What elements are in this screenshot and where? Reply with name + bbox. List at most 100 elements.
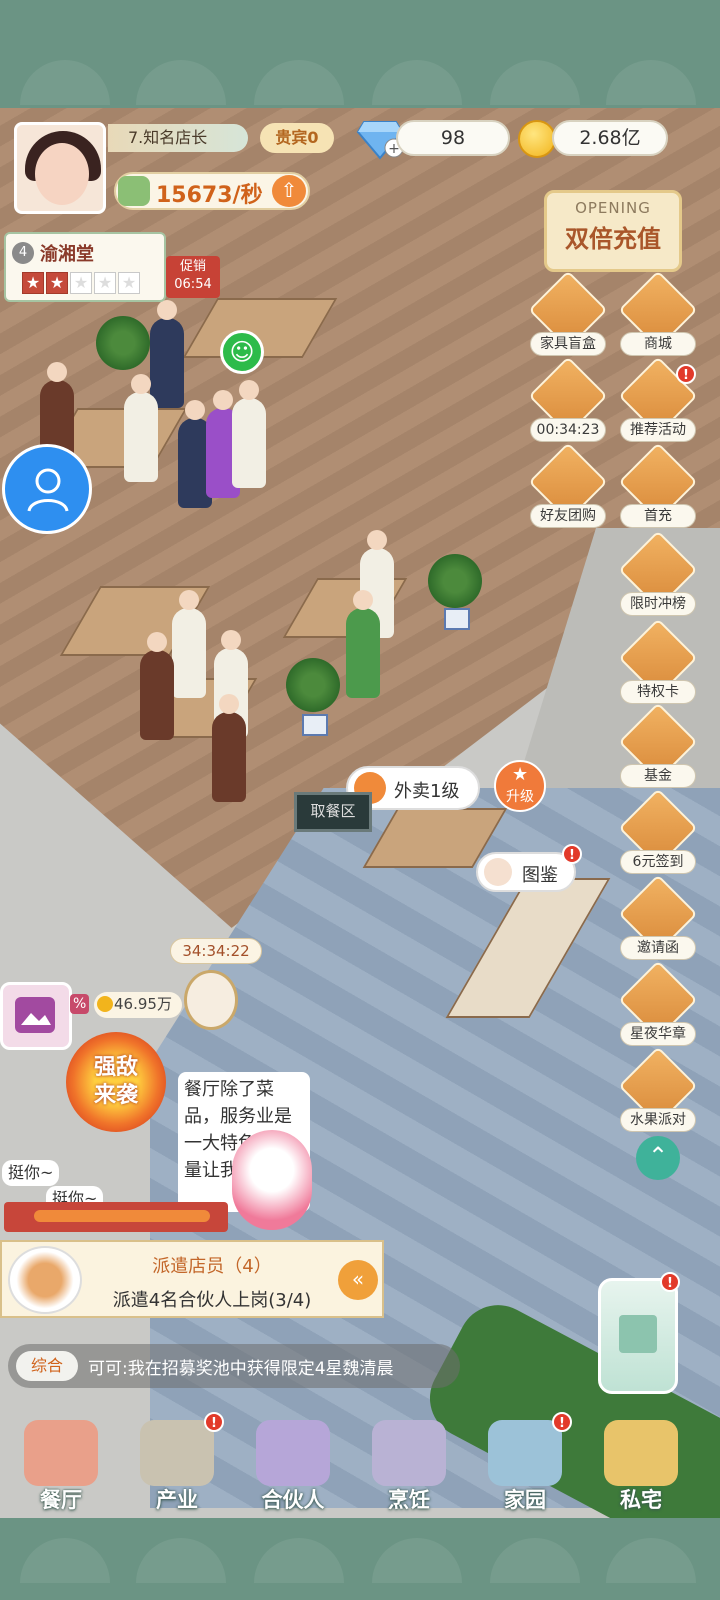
side-menu-item[interactable]: 00:34:23 <box>528 356 608 446</box>
dish-icon <box>8 1246 82 1314</box>
side-menu-label: 基金 <box>620 764 696 788</box>
happy-face-icon[interactable]: ☺ <box>220 330 264 374</box>
nav-item[interactable]: 合伙人 <box>238 1414 348 1518</box>
shop-icon <box>640 292 676 328</box>
takeout-label: 外卖1级 <box>394 781 460 802</box>
enemy-health-bar <box>4 1202 228 1232</box>
nav-item[interactable]: 餐厅 <box>6 1414 116 1518</box>
nav-label: 合伙人 <box>261 1488 325 1512</box>
pickup-sign: 取餐区 <box>294 792 372 832</box>
chat-ticker[interactable]: 综合 可可:我在招募奖池中获得限定4星魏清晨 <box>8 1344 460 1388</box>
bottom-nav: 餐厅 产业! 合伙人 烹饪 家园! 私宅 <box>0 1412 720 1518</box>
side-menu-item[interactable]: 星夜华章 <box>618 960 698 1050</box>
side-menu-item[interactable]: 6元签到 <box>618 788 698 878</box>
waiter[interactable] <box>172 590 206 698</box>
side-menu-label: 家具盲盒 <box>530 332 606 356</box>
phone-gift-button[interactable] <box>598 1278 678 1394</box>
task-description: 派遣4名合伙人上岗(3/4) <box>112 1290 312 1311</box>
side-menu-item[interactable]: 基金 <box>618 702 698 792</box>
cash-register-icon <box>24 1420 98 1486</box>
customer[interactable] <box>150 300 184 408</box>
chat-channel-tag[interactable]: 综合 <box>16 1351 78 1381</box>
side-menu-label: 00:34:23 <box>530 418 606 442</box>
gift-icon <box>619 1315 657 1353</box>
shop-card[interactable]: 4 渝湘堂 ★ ★ ★ ★ ★ <box>4 232 166 302</box>
side-menu-item[interactable]: 水果派对 <box>618 1046 698 1136</box>
alert-badge: ! <box>562 844 582 864</box>
side-menu-item[interactable]: 邀请函 <box>618 874 698 964</box>
gem-count[interactable]: 98 <box>396 120 510 156</box>
lion-dance-mascot[interactable] <box>232 1130 312 1230</box>
nav-label: 家园 <box>504 1488 546 1512</box>
picture-icon <box>15 997 55 1033</box>
alert-badge: ! <box>660 1272 680 1292</box>
map-board-icon <box>140 1420 214 1486</box>
potted-plant <box>96 316 150 370</box>
side-menu-item[interactable]: 特权卡 <box>618 618 698 708</box>
alert-badge: ! <box>552 1412 572 1432</box>
upgrade-label: 升级 <box>506 789 534 805</box>
nav-item[interactable]: 烹饪 <box>354 1414 464 1518</box>
player-avatar[interactable] <box>14 122 106 214</box>
promo-tag[interactable]: 促销 06:54 <box>166 256 220 298</box>
side-menu-label: 商城 <box>620 332 696 356</box>
side-menu-label: 首充 <box>620 504 696 528</box>
star-icon: ★ <box>22 272 44 294</box>
player-level-title[interactable]: 7.知名店长 <box>108 124 248 152</box>
side-menu-item[interactable]: 限时冲榜 <box>618 530 698 620</box>
cash-icon <box>118 176 150 206</box>
income-rate[interactable]: 15673/秒 ⇧ <box>114 172 310 210</box>
person-icon <box>27 468 69 512</box>
side-menu-label: 邀请函 <box>620 936 696 960</box>
hourglass-icon[interactable] <box>184 970 238 1030</box>
nav-item[interactable]: 私宅 <box>586 1414 696 1518</box>
pavilion-icon <box>640 552 676 588</box>
side-menu-item[interactable]: 家具盲盒 <box>528 270 608 360</box>
event-card[interactable] <box>0 982 72 1050</box>
nav-item[interactable]: 产业! <box>122 1412 232 1518</box>
potted-plant <box>428 554 482 608</box>
side-menu-item[interactable]: 推荐活动! <box>618 356 698 446</box>
friends-button[interactable] <box>2 444 92 534</box>
waiter[interactable] <box>232 380 266 488</box>
waiter[interactable] <box>124 374 158 482</box>
double-recharge-banner[interactable]: OPENING 双倍充值 <box>544 190 682 272</box>
customer[interactable] <box>140 632 174 740</box>
nav-item[interactable]: 家园! <box>470 1412 580 1518</box>
alert-badge: ! <box>204 1412 224 1432</box>
income-rate-value: 15673/秒 <box>156 183 263 208</box>
task-banner[interactable]: 派遣店员（4） 派遣4名合伙人上岗(3/4) « <box>0 1240 384 1318</box>
upgrade-arrow-icon[interactable]: ⇧ <box>272 175 306 207</box>
promo-label: 促销 <box>179 259 206 274</box>
nav-label: 私宅 <box>620 1488 662 1512</box>
potted-plant <box>286 658 340 712</box>
vip-badge[interactable]: 贵宾0 <box>260 123 334 153</box>
side-menu-label: 星夜华章 <box>620 1022 696 1046</box>
upgrade-button[interactable]: ★ 升级 <box>494 760 546 812</box>
gold-count[interactable]: 2.68亿 <box>552 120 668 156</box>
chat-message: 可可:我在招募奖池中获得限定4星魏清晨 <box>88 1359 394 1379</box>
shop-level: 4 <box>12 242 34 264</box>
nav-label: 烹饪 <box>388 1488 430 1512</box>
event-coin-reward[interactable]: 46.95万 <box>94 992 182 1018</box>
collection-bubble[interactable]: 图鉴 <box>476 852 576 892</box>
side-menu-item[interactable]: 商城 <box>618 270 698 360</box>
double-chevron-left-icon[interactable]: « <box>338 1260 378 1300</box>
invitation-icon <box>640 896 676 932</box>
alert-badge: ! <box>676 364 696 384</box>
side-menu-item[interactable]: 好友团购 <box>528 442 608 532</box>
enemy-line-2: 来袭 <box>93 1083 138 1108</box>
collection-label: 图鉴 <box>522 865 558 886</box>
customer[interactable] <box>346 590 380 698</box>
promo-timer: 06:54 <box>174 277 212 292</box>
coupon-icon <box>550 464 586 500</box>
enemy-attack-button[interactable]: 强敌 来袭 <box>66 1032 166 1132</box>
side-menu-item[interactable]: 首充 <box>618 442 698 532</box>
customer[interactable] <box>212 694 246 802</box>
gold-coin-icon <box>518 120 556 158</box>
gift-box-icon <box>550 292 586 328</box>
collapse-up-button[interactable]: ⌃ <box>636 1136 680 1180</box>
enemy-line-1: 强敌 <box>93 1055 138 1080</box>
nav-label: 餐厅 <box>40 1488 82 1512</box>
gift-icon <box>640 464 676 500</box>
